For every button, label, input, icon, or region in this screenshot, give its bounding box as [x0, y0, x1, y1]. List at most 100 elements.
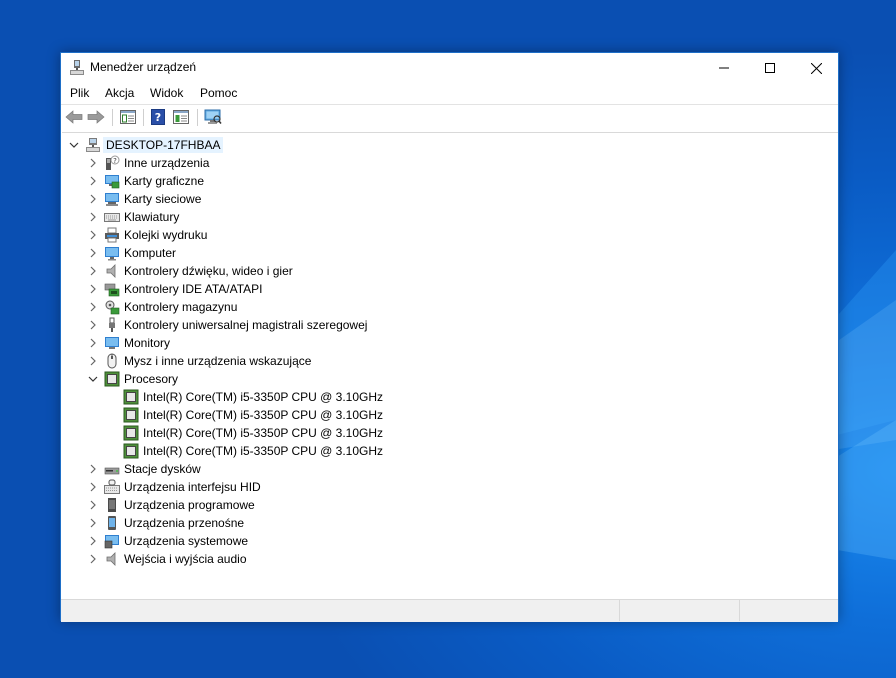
tree-item-label: Procesory [124, 372, 179, 386]
tree-item-label: Karty sieciowe [124, 192, 202, 206]
tree-item-other-devices[interactable]: ? Inne urządzenia [62, 154, 362, 172]
chevron-right-icon[interactable] [87, 157, 99, 169]
computer-network-icon [86, 138, 100, 152]
chevron-right-icon[interactable] [87, 193, 99, 205]
chevron-right-icon[interactable] [87, 283, 99, 295]
tree-child-cpu[interactable]: Intel(R) Core(TM) i5-3350P CPU @ 3.10GHz [62, 388, 383, 406]
tree-item-ide-controllers[interactable]: Kontrolery IDE ATA/ATAPI [62, 280, 362, 298]
tree-root[interactable]: DESKTOP-17FHBAA [62, 136, 362, 154]
chevron-right-icon[interactable] [87, 247, 99, 259]
storage-controller-icon [105, 300, 120, 315]
chevron-right-icon[interactable] [87, 499, 99, 511]
maximize-button[interactable] [747, 53, 793, 83]
tree-item-software-devices[interactable]: Urządzenia programowe [62, 496, 362, 514]
computer-icon [105, 247, 119, 261]
tree-item-disk-drives[interactable]: Stacje dysków [62, 460, 362, 478]
tree-item-computer[interactable]: Komputer [62, 244, 362, 262]
tree-item-label: Kontrolery IDE ATA/ATAPI [124, 282, 263, 296]
tree-item-network-adapters[interactable]: Karty sieciowe [62, 190, 362, 208]
tree-child-label: Intel(R) Core(TM) i5-3350P CPU @ 3.10GHz [143, 426, 384, 440]
tree-item-print-queues[interactable]: Kolejki wydruku [62, 226, 362, 244]
tree-item-label: Inne urządzenia [124, 156, 210, 170]
portable-device-icon [108, 516, 116, 530]
system-device-icon [104, 535, 119, 549]
status-segment [739, 600, 839, 621]
tree-item-storage-controllers[interactable]: Kontrolery magazynu [62, 298, 362, 316]
chevron-right-icon[interactable] [87, 265, 99, 277]
status-bar [61, 599, 838, 622]
tree-item-keyboards[interactable]: Klawiatury [62, 208, 362, 226]
menu-bar: Plik Akcja Widok Pomoc [61, 83, 838, 103]
chevron-right-icon[interactable] [87, 481, 99, 493]
window-title: Menedżer urządzeń [90, 60, 197, 74]
tree-item-mice[interactable]: Mysz i inne urządzenia wskazujące [62, 352, 362, 370]
chevron-right-icon[interactable] [87, 319, 99, 331]
toolbar-separator [197, 109, 198, 126]
chevron-right-icon[interactable] [87, 229, 99, 241]
audio-io-icon [106, 552, 116, 566]
properties-button[interactable] [117, 107, 139, 127]
chevron-right-icon[interactable] [87, 517, 99, 529]
disk-drive-icon [104, 467, 120, 475]
tree-item-usb-controllers[interactable]: Kontrolery uniwersalnej magistrali szere… [62, 316, 402, 334]
menu-action[interactable]: Akcja [105, 86, 134, 100]
tree-item-label: Stacje dysków [124, 462, 201, 476]
update-driver-button[interactable] [170, 107, 192, 127]
tree-item-audio-io[interactable]: Wejścia i wyjścia audio [62, 550, 362, 568]
svg-text:?: ? [113, 157, 117, 165]
chevron-down-icon[interactable] [87, 373, 99, 385]
forward-button[interactable] [85, 107, 107, 127]
menu-help[interactable]: Pomoc [200, 86, 237, 100]
help-button[interactable]: ? [147, 107, 169, 127]
menu-view[interactable]: Widok [150, 86, 183, 100]
chevron-right-icon[interactable] [87, 355, 99, 367]
chevron-right-icon[interactable] [87, 337, 99, 349]
tree-child-cpu[interactable]: Intel(R) Core(TM) i5-3350P CPU @ 3.10GHz [62, 442, 383, 460]
svg-text:?: ? [155, 111, 161, 124]
scan-hardware-icon [204, 109, 222, 124]
tree-item-display-adapters[interactable]: Karty graficzne [62, 172, 362, 190]
back-button[interactable] [63, 107, 85, 127]
chevron-right-icon[interactable] [87, 553, 99, 565]
tree-item-label: Urządzenia przenośne [124, 516, 245, 530]
tree-root-label: DESKTOP-17FHBAA [103, 137, 224, 153]
chevron-right-icon[interactable] [87, 211, 99, 223]
network-adapter-icon [105, 193, 119, 206]
tree-item-portable-devices[interactable]: Urządzenia przenośne [62, 514, 362, 532]
device-tree[interactable]: DESKTOP-17FHBAA ? Inne urządzenia Karty … [62, 132, 838, 599]
title-bar[interactable]: Menedżer urządzeń [61, 53, 838, 83]
tree-child-cpu[interactable]: Intel(R) Core(TM) i5-3350P CPU @ 3.10GHz [62, 424, 383, 442]
device-manager-icon [70, 60, 84, 75]
menu-file[interactable]: Plik [70, 86, 89, 100]
processor-icon [104, 371, 120, 387]
chevron-right-icon[interactable] [87, 301, 99, 313]
close-icon [810, 62, 822, 74]
tree-item-label: Urządzenia interfejsu HID [124, 480, 261, 494]
tree-item-monitors[interactable]: Monitory [62, 334, 362, 352]
chevron-right-icon[interactable] [87, 463, 99, 475]
minimize-button[interactable] [701, 53, 747, 83]
monitor-icon [105, 337, 119, 349]
tree-item-processors[interactable]: Procesory [62, 370, 362, 388]
speaker-icon [106, 264, 116, 278]
toolbar-separator [112, 109, 113, 126]
scan-hardware-button[interactable] [202, 107, 224, 127]
tree-item-label: Klawiatury [124, 210, 180, 224]
chevron-down-icon[interactable] [68, 139, 80, 151]
processor-icon [123, 425, 139, 441]
close-button[interactable] [793, 53, 839, 83]
tree-item-label: Kontrolery uniwersalnej magistrali szere… [124, 318, 368, 332]
tree-child-cpu[interactable]: Intel(R) Core(TM) i5-3350P CPU @ 3.10GHz [62, 406, 383, 424]
chevron-right-icon[interactable] [87, 175, 99, 187]
tree-item-label: Urządzenia systemowe [124, 534, 249, 548]
tree-item-sound-controllers[interactable]: Kontrolery dźwięku, wideo i gier [62, 262, 362, 280]
back-icon [65, 110, 83, 124]
tree-item-system-devices[interactable]: Urządzenia systemowe [62, 532, 362, 550]
tree-item-hid[interactable]: Urządzenia interfejsu HID [62, 478, 362, 496]
chevron-right-icon[interactable] [87, 535, 99, 547]
tree-child-label: Intel(R) Core(TM) i5-3350P CPU @ 3.10GHz [143, 408, 384, 422]
tree-item-label: Kolejki wydruku [124, 228, 208, 242]
properties-icon [120, 110, 136, 124]
tree-item-label: Mysz i inne urządzenia wskazujące [124, 354, 312, 368]
minimize-icon [719, 67, 729, 69]
